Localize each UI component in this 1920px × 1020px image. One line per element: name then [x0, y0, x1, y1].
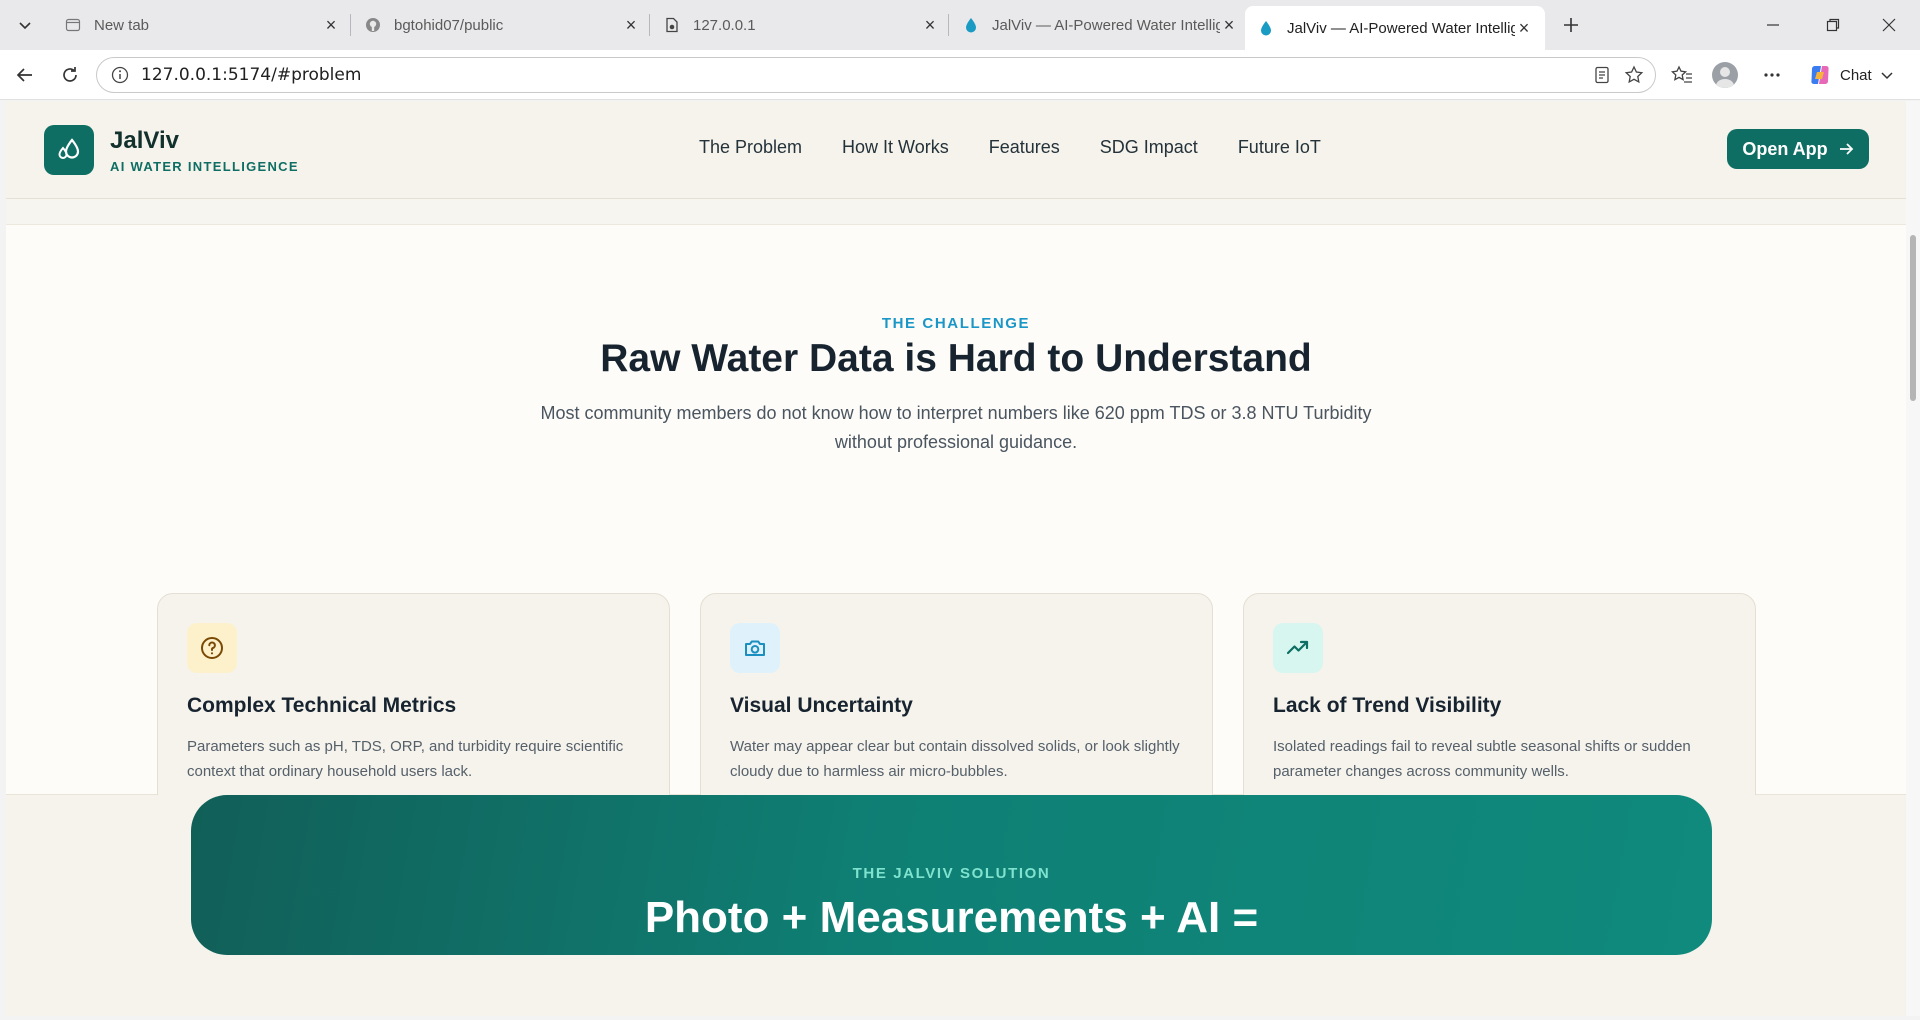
nav-link-problem[interactable]: The Problem	[699, 137, 802, 158]
problem-card: Complex Technical Metrics Parameters suc…	[157, 593, 670, 813]
site-header: JalViv AI WATER INTELLIGENCE The Problem…	[6, 101, 1906, 199]
tab-jalviv-active[interactable]: JalViv — AI-Powered Water Intellig ×	[1245, 6, 1545, 50]
brand-name[interactable]: JalViv	[110, 127, 179, 155]
card-body: Isolated readings fail to reveal subtle …	[1273, 738, 1691, 780]
tab-title: New tab	[94, 16, 150, 34]
tab-title: JalViv — AI-Powered Water Intellig	[992, 16, 1220, 34]
chat-label: Chat	[1840, 66, 1872, 84]
address-bar[interactable]: 127.0.0.1:5174/#problem	[96, 57, 1656, 93]
nav-link-future-iot[interactable]: Future IoT	[1238, 137, 1321, 158]
nav-link-features[interactable]: Features	[989, 137, 1060, 158]
close-window-button[interactable]	[1866, 8, 1912, 42]
tab-list-dropdown[interactable]	[8, 10, 42, 40]
tab-separator	[350, 14, 351, 36]
water-drop-icon	[962, 16, 980, 34]
page-scrollbar[interactable]	[1906, 101, 1920, 1016]
tab-new-tab[interactable]: New tab ×	[52, 6, 352, 44]
open-app-button[interactable]: Open App	[1727, 129, 1869, 169]
user-icon	[1716, 67, 1734, 88]
restore-icon	[1826, 18, 1840, 32]
close-icon[interactable]: ×	[622, 15, 640, 35]
url-text[interactable]: 127.0.0.1:5174/#problem	[141, 65, 361, 85]
card-icon-badge	[730, 623, 780, 673]
brand-logo[interactable]	[44, 125, 94, 175]
card-icon-badge	[187, 623, 237, 673]
new-tab-page-icon	[64, 16, 82, 34]
browser-toolbar: 127.0.0.1:5174/#problem Chat	[0, 50, 1920, 100]
close-icon[interactable]: ×	[1515, 18, 1533, 38]
nav-link-how-it-works[interactable]: How It Works	[842, 137, 949, 158]
solution-headline: Photo + Measurements + AI =	[644, 893, 1259, 942]
more-menu-button[interactable]	[1756, 59, 1788, 91]
tab-separator	[948, 14, 949, 36]
minimize-icon	[1767, 24, 1779, 26]
copilot-chat-button[interactable]: Chat	[1800, 59, 1902, 91]
reload-icon	[63, 67, 77, 82]
water-drops-icon	[58, 138, 80, 159]
arrow-left-icon	[16, 68, 32, 82]
close-icon[interactable]: ×	[1220, 15, 1238, 35]
card-body: Parameters such as pH, TDS, ORP, and tur…	[187, 738, 624, 780]
solution-eyebrow: THE JALVIV SOLUTION	[852, 865, 1051, 882]
favorite-button[interactable]	[1619, 60, 1649, 90]
close-icon	[1882, 18, 1896, 32]
favorites-list-icon	[1671, 65, 1692, 83]
section-eyebrow: THE CHALLENGE	[881, 315, 1031, 332]
reading-view-button[interactable]	[1587, 60, 1617, 90]
scrollbar-thumb[interactable]	[1910, 235, 1916, 401]
nav-link-sdg-impact[interactable]: SDG Impact	[1100, 137, 1198, 158]
card-title: Visual Uncertainty	[730, 694, 913, 717]
favorites-button[interactable]	[1666, 59, 1698, 91]
chevron-down-icon	[1881, 72, 1893, 80]
document-error-icon	[663, 16, 681, 34]
new-tab-button[interactable]	[1556, 10, 1586, 40]
card-icon-badge	[1273, 623, 1323, 673]
problem-card: Visual Uncertainty Water may appear clea…	[700, 593, 1213, 813]
more-horizontal-icon	[1764, 73, 1780, 77]
tab-github[interactable]: bgtohid07/public ×	[352, 6, 652, 44]
tab-title: bgtohid07/public	[394, 16, 504, 34]
question-circle-icon	[201, 637, 223, 659]
tab-jalviv-1[interactable]: JalViv — AI-Powered Water Intellig ×	[950, 6, 1250, 44]
section-lead: Most community members do not know how t…	[540, 403, 1372, 452]
restore-button[interactable]	[1810, 8, 1856, 42]
minimize-button[interactable]	[1750, 8, 1796, 42]
card-body: Water may appear clear but contain disso…	[730, 738, 1180, 780]
tab-localhost[interactable]: 127.0.0.1 ×	[651, 6, 951, 44]
reload-button[interactable]	[54, 59, 86, 91]
chevron-down-icon	[19, 22, 31, 30]
trending-up-icon	[1286, 640, 1309, 655]
problem-section: THE CHALLENGE Raw Water Data is Hard to …	[6, 225, 1906, 813]
close-icon[interactable]: ×	[322, 15, 340, 35]
arrow-right-icon	[1839, 143, 1853, 155]
section-divider	[6, 199, 1906, 225]
solution-panel: THE JALVIV SOLUTION Photo + Measurements…	[191, 795, 1712, 955]
card-title: Complex Technical Metrics	[187, 694, 457, 717]
water-drop-icon	[1257, 19, 1275, 37]
tab-title: 127.0.0.1	[693, 16, 756, 34]
tab-title: JalViv — AI-Powered Water Intellig	[1287, 19, 1515, 37]
tab-separator	[649, 14, 650, 36]
problem-card: Lack of Trend Visibility Isolated readin…	[1243, 593, 1756, 813]
section-title: Raw Water Data is Hard to Understand	[600, 337, 1312, 380]
profile-avatar[interactable]	[1712, 62, 1738, 88]
site-info-icon[interactable]	[111, 66, 129, 84]
tab-strip: New tab × bgtohid07/public × 127.0.0.1 ×…	[0, 0, 1920, 50]
brand-tagline: AI WATER INTELLIGENCE	[110, 159, 299, 174]
close-icon[interactable]: ×	[921, 15, 939, 35]
back-button[interactable]	[9, 59, 41, 91]
main-nav: The Problem How It Works Features SDG Im…	[699, 137, 1361, 158]
card-title: Lack of Trend Visibility	[1273, 694, 1502, 717]
reading-view-icon	[1595, 66, 1609, 84]
github-icon	[364, 16, 382, 34]
open-app-label: Open App	[1742, 138, 1828, 159]
camera-icon	[745, 640, 765, 656]
plus-icon	[1564, 18, 1578, 32]
star-icon	[1624, 65, 1644, 84]
copilot-icon	[1811, 66, 1829, 84]
